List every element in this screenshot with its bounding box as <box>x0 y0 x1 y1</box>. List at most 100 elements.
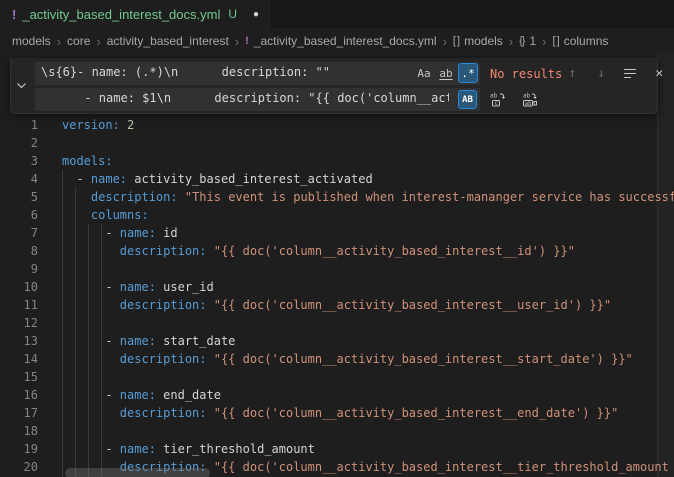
code-line[interactable]: 2 <box>0 134 674 152</box>
toggle-replace-chevron-icon[interactable] <box>11 58 32 113</box>
previous-match-button[interactable]: ↑ <box>562 64 582 84</box>
find-in-selection-icon <box>624 69 636 79</box>
replace-all-icon: ab ab <box>522 92 538 108</box>
breadcrumb-label: _activity_based_interest_docs.yml <box>254 34 437 48</box>
vertical-scrollbar[interactable] <box>657 53 674 477</box>
code-line[interactable]: 19 - name: tier_threshold_amount <box>0 440 674 458</box>
code-line[interactable]: 18 <box>0 422 674 440</box>
breadcrumb-separator-icon: › <box>509 34 513 49</box>
line-number: 9 <box>0 260 38 278</box>
breadcrumb-item-columns[interactable]: [ ] columns <box>553 34 609 48</box>
find-input[interactable]: \s{6}- name: (.*)\n description: "" Aa a… <box>35 62 480 85</box>
breadcrumb-item-1[interactable]: {}1 <box>519 34 536 48</box>
preserve-case-button[interactable]: AB <box>458 90 477 109</box>
code-line[interactable]: 14 description: "{{ doc('column__activit… <box>0 350 674 368</box>
line-content: - name: tier_threshold_amount <box>62 440 315 458</box>
find-in-selection-button[interactable] <box>620 64 640 84</box>
line-number: 12 <box>0 314 38 332</box>
modified-dot-icon[interactable]: ● <box>253 9 259 20</box>
line-content: - name: activity_based_interest_activate… <box>62 170 373 188</box>
array-icon: [ ] <box>453 35 459 47</box>
line-number: 5 <box>0 188 38 206</box>
horizontal-scrollbar-thumb[interactable] <box>65 468 210 477</box>
breadcrumb-separator-icon: › <box>57 34 61 49</box>
line-number: 18 <box>0 422 38 440</box>
line-number: 19 <box>0 440 38 458</box>
line-number: 8 <box>0 242 38 260</box>
breadcrumb-label: core <box>67 34 90 48</box>
array-icon: [ ] <box>553 35 559 47</box>
line-content: - name: start_date <box>62 332 235 350</box>
code-line[interactable]: 1version: 2 <box>0 116 674 134</box>
line-content: columns: <box>62 206 149 224</box>
breadcrumb-item-activity_based_interest[interactable]: activity_based_interest <box>107 34 229 48</box>
line-number: 17 <box>0 404 38 422</box>
breadcrumb-item-models[interactable]: models <box>12 34 51 48</box>
breadcrumb-label: models <box>464 34 503 48</box>
find-replace-widget: \s{6}- name: (.*)\n description: "" Aa a… <box>10 58 658 114</box>
line-content: description: "{{ doc('column__activity_b… <box>62 404 618 422</box>
tab-bar: ! _activity_based_interest_docs.yml U ● <box>0 0 674 29</box>
breadcrumb-separator-icon: › <box>96 34 100 49</box>
code-line[interactable]: 11 description: "{{ doc('column__activit… <box>0 296 674 314</box>
line-content: - name: user_id <box>62 278 214 296</box>
breadcrumb-label: columns <box>564 34 609 48</box>
close-find-widget-button[interactable]: ✕ <box>649 64 669 84</box>
breadcrumb-separator-icon: › <box>235 34 239 49</box>
vscode-window: ! _activity_based_interest_docs.yml U ● … <box>0 0 674 477</box>
line-number: 11 <box>0 296 38 314</box>
code-line[interactable]: 13 - name: start_date <box>0 332 674 350</box>
code-content[interactable]: 1version: 223models:4 - name: activity_b… <box>0 116 674 476</box>
replace-all-button[interactable]: ab ab <box>520 90 540 110</box>
code-line[interactable]: 6 columns: <box>0 206 674 224</box>
line-number: 10 <box>0 278 38 296</box>
code-line[interactable]: 15 <box>0 368 674 386</box>
code-editor[interactable]: 1version: 223models:4 - name: activity_b… <box>0 53 674 477</box>
line-content: version: 2 <box>62 116 134 134</box>
git-untracked-badge: U <box>228 7 237 21</box>
replace-input-value: - name: $1\n description: "{{ doc('colum… <box>41 91 449 105</box>
code-line[interactable]: 4 - name: activity_based_interest_activa… <box>0 170 674 188</box>
code-line[interactable]: 12 <box>0 314 674 332</box>
next-match-button[interactable]: ↓ <box>591 64 611 84</box>
line-number: 15 <box>0 368 38 386</box>
svg-text:ab: ab <box>523 92 531 99</box>
code-line[interactable]: 17 description: "{{ doc('column__activit… <box>0 404 674 422</box>
line-number: 3 <box>0 152 38 170</box>
code-line[interactable]: 16 - name: end_date <box>0 386 674 404</box>
whole-word-button[interactable]: ab <box>436 63 456 83</box>
find-status: No results <box>490 67 562 81</box>
breadcrumb-separator-icon: › <box>542 34 546 49</box>
replace-input[interactable]: - name: $1\n description: "{{ doc('colum… <box>35 88 480 111</box>
yaml-file-icon: ! <box>245 35 249 47</box>
breadcrumb-label: activity_based_interest <box>107 34 229 48</box>
breadcrumb-item-_activity_based_interest_docs.yml[interactable]: ! _activity_based_interest_docs.yml <box>245 34 436 48</box>
code-line[interactable]: 8 description: "{{ doc('column__activity… <box>0 242 674 260</box>
svg-text:ab: ab <box>490 92 498 99</box>
breadcrumb-separator-icon: › <box>443 34 447 49</box>
code-line[interactable]: 9 <box>0 260 674 278</box>
tab-filename: _activity_based_interest_docs.yml <box>22 7 220 22</box>
line-content: description: "This event is published wh… <box>62 188 674 206</box>
code-line[interactable]: 5 description: "This event is published … <box>0 188 674 206</box>
breadcrumb-item-core[interactable]: core <box>67 34 90 48</box>
svg-text:ab: ab <box>525 101 532 107</box>
code-line[interactable]: 7 - name: id <box>0 224 674 242</box>
line-content: description: "{{ doc('column__activity_b… <box>62 242 575 260</box>
line-number: 14 <box>0 350 38 368</box>
code-line[interactable]: 10 - name: user_id <box>0 278 674 296</box>
yaml-file-icon: ! <box>12 7 16 22</box>
regex-button[interactable]: .* <box>458 63 478 83</box>
svg-text:c: c <box>495 100 499 107</box>
line-number: 7 <box>0 224 38 242</box>
tab-activity-based-interest-docs[interactable]: ! _activity_based_interest_docs.yml U ● <box>0 0 272 28</box>
match-case-button[interactable]: Aa <box>414 63 434 83</box>
line-number: 6 <box>0 206 38 224</box>
code-line[interactable]: 3models: <box>0 152 674 170</box>
line-content: description: "{{ doc('column__activity_b… <box>62 296 611 314</box>
replace-button[interactable]: ab c <box>488 90 508 110</box>
object-icon: {} <box>519 35 524 47</box>
breadcrumb-item-models[interactable]: [ ] models <box>453 34 503 48</box>
line-content: - name: id <box>62 224 178 242</box>
line-number: 13 <box>0 332 38 350</box>
